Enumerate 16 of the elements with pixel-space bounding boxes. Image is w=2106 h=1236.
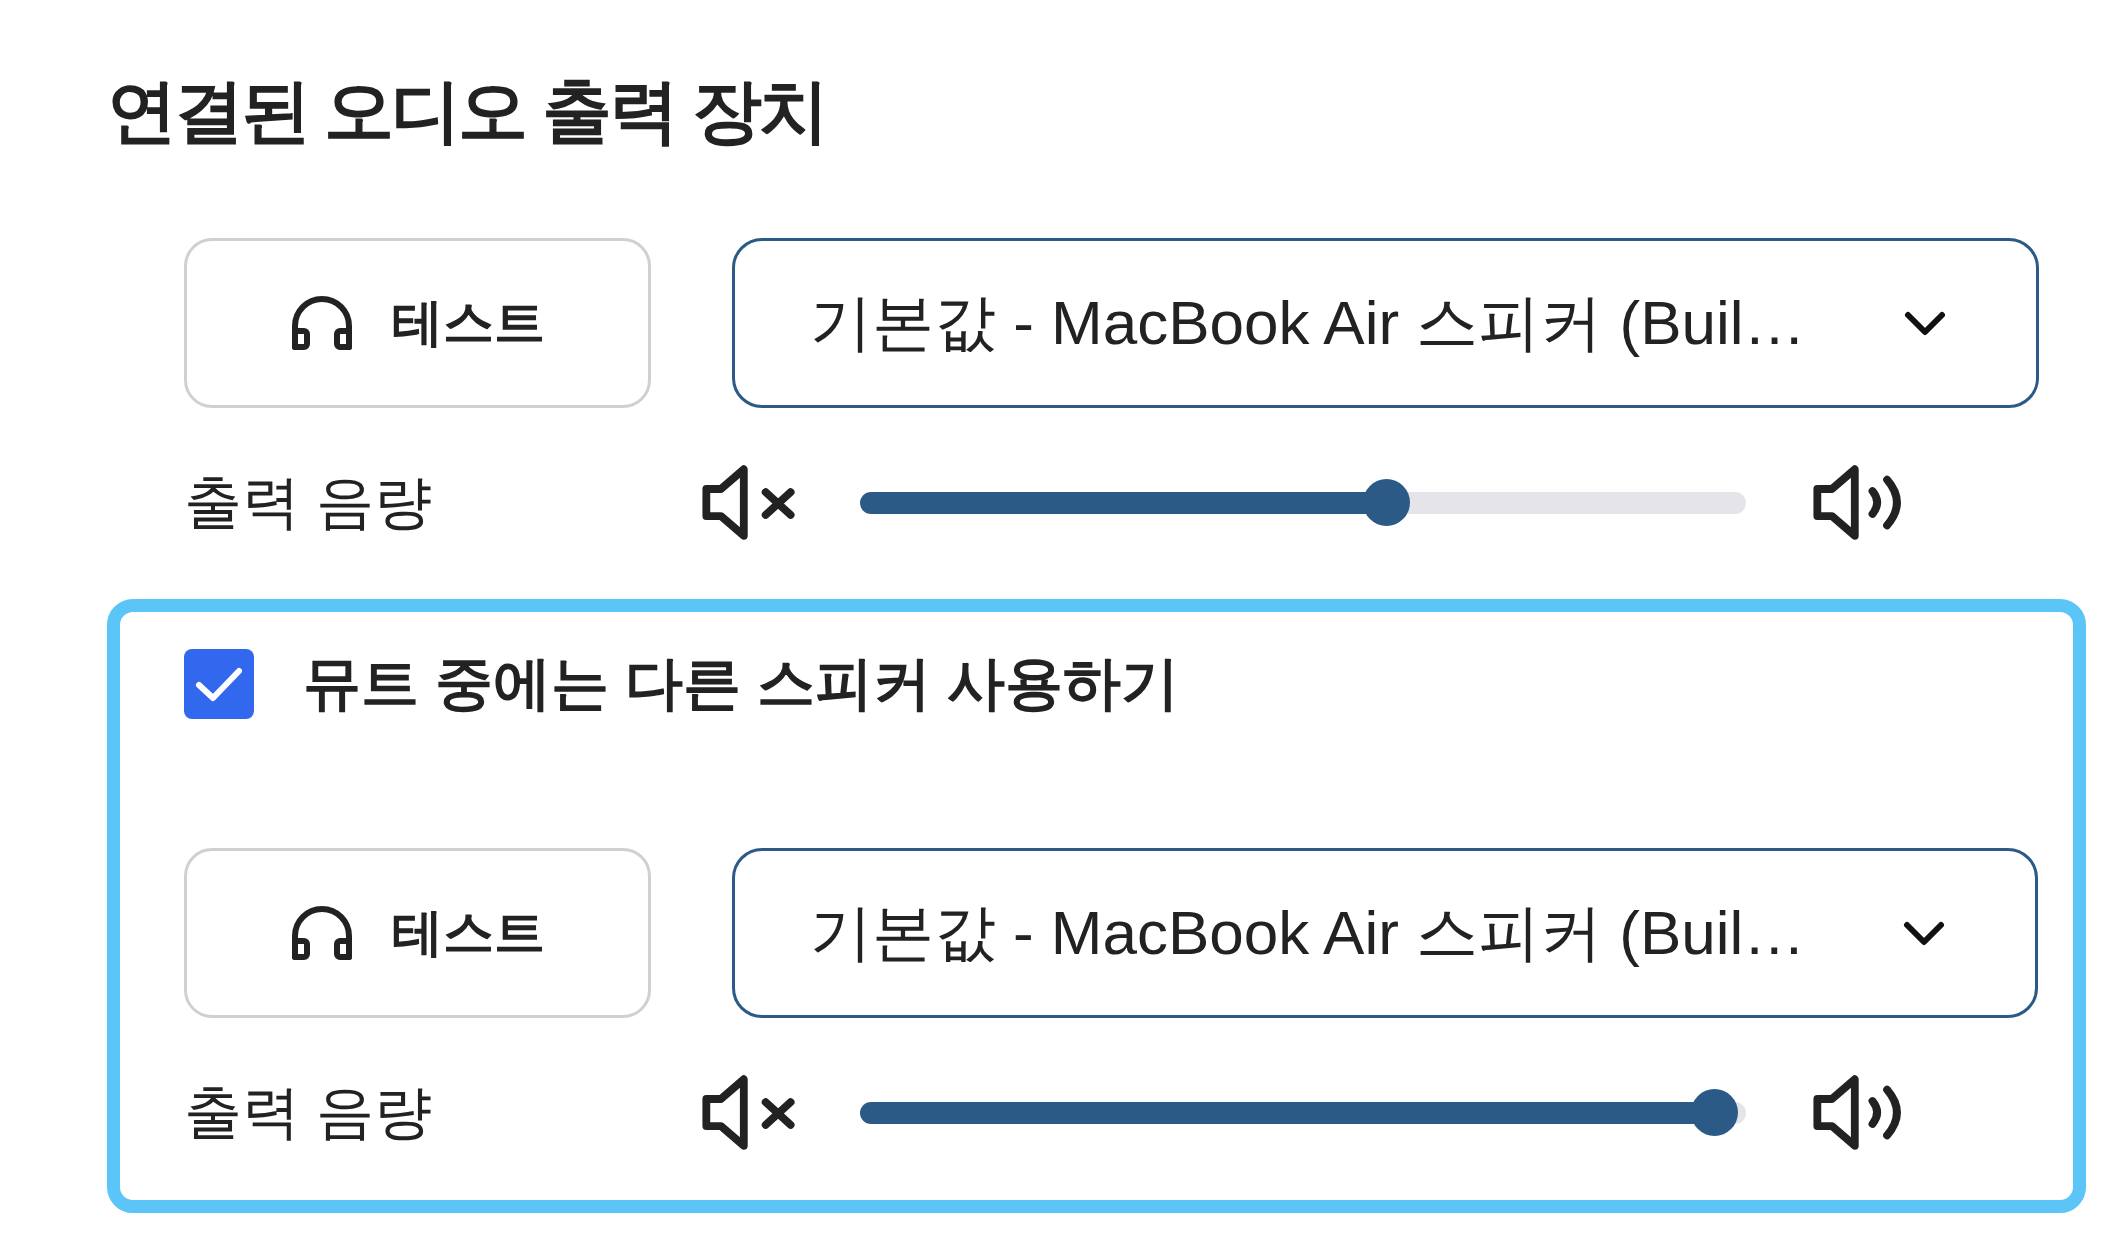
checkbox[interactable] [184,649,254,719]
headphones-icon [290,294,354,352]
device-dropdown[interactable]: 기본값 - MacBook Air 스피커 (Buil… [732,238,2039,408]
volume-label: 출력 음량 [184,1077,434,1146]
volume-label: 출력 음량 [184,467,434,536]
speaker-muted-icon[interactable] [701,1074,797,1151]
chevron-down-icon [1903,919,1945,947]
checkbox-label: 뮤트 중에는 다른 스피커 사용하기 [303,649,1180,717]
test-button[interactable]: 테스트 [184,848,651,1018]
slider-thumb[interactable] [1690,1089,1738,1136]
test-button[interactable]: 테스트 [184,238,651,408]
section-title: 연결된 오디오 출력 장치 [107,71,827,152]
speaker-muted-icon[interactable] [701,464,797,541]
chevron-down-icon [1904,309,1946,337]
device-dropdown[interactable]: 기본값 - MacBook Air 스피커 (Buil… [731,848,2038,1018]
headphones-icon [289,904,354,962]
